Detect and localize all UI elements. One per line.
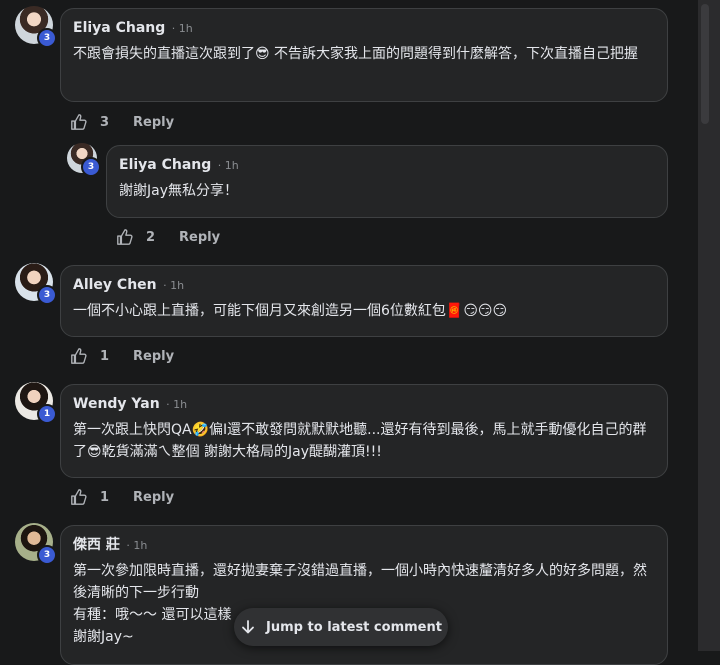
like-count: 3 xyxy=(100,114,110,130)
jump-to-latest-label: Jump to latest comment xyxy=(266,619,442,635)
avatar[interactable]: 1 xyxy=(15,382,57,424)
comment-author[interactable]: Alley Chen xyxy=(73,277,157,293)
comment-text: 謝謝Jay無私分享！ xyxy=(119,183,238,199)
reply-button[interactable]: Reply xyxy=(133,115,174,130)
comment-time[interactable]: · 1h xyxy=(166,398,187,411)
like-count: 1 xyxy=(100,348,110,364)
comment-author[interactable]: 傑西 莊 xyxy=(73,537,120,553)
comment-actions: 1 Reply xyxy=(70,487,174,507)
jump-to-latest-button[interactable]: Jump to latest comment xyxy=(234,608,448,646)
badge-icon: 3 xyxy=(81,157,101,177)
comment-actions: 3 Reply xyxy=(70,112,174,132)
comment-author[interactable]: Eliya Chang xyxy=(73,20,165,36)
arrow-down-icon xyxy=(242,620,254,634)
avatar[interactable]: 3 xyxy=(67,143,101,177)
avatar[interactable]: 3 xyxy=(15,523,57,565)
avatar[interactable]: 3 xyxy=(15,6,57,48)
thumbs-up-icon[interactable] xyxy=(70,488,88,506)
reply-button[interactable]: Reply xyxy=(133,490,174,505)
badge-icon: 3 xyxy=(37,285,57,305)
comment-author[interactable]: Eliya Chang xyxy=(119,157,211,173)
badge-icon: 3 xyxy=(37,545,57,565)
reply-button[interactable]: Reply xyxy=(133,349,174,364)
comment-actions: 2 Reply xyxy=(116,227,220,247)
comment-text: 不跟會損失的直播這次跟到了😎 不告訴大家我上面的問題得到什麼解答，下次直播自己把… xyxy=(73,46,639,62)
comment-time[interactable]: · 1h xyxy=(126,539,147,552)
comment-time[interactable]: · 1h xyxy=(163,279,184,292)
badge-icon: 3 xyxy=(37,28,57,48)
like-count: 1 xyxy=(100,489,110,505)
avatar[interactable]: 3 xyxy=(15,263,57,305)
comment-time[interactable]: · 1h xyxy=(172,22,193,35)
comment-bubble: Wendy Yan · 1h 第一次跟上快閃QA🤣偏I還不敢發問就默默地聽...… xyxy=(60,384,668,478)
reply-button[interactable]: Reply xyxy=(179,230,220,245)
comment-time[interactable]: · 1h xyxy=(218,159,239,172)
comment-text: 一個不小心跟上直播，可能下個月又來創造另一個6位數紅包🧧😏😏😏 xyxy=(73,303,508,319)
comment-bubble: Eliya Chang · 1h 謝謝Jay無私分享！ xyxy=(106,145,668,218)
comment-actions: 1 Reply xyxy=(70,346,174,366)
scrollbar-thumb[interactable] xyxy=(701,4,709,124)
comment-author[interactable]: Wendy Yan xyxy=(73,396,160,412)
comment-bubble: Alley Chen · 1h 一個不小心跟上直播，可能下個月又來創造另一個6位… xyxy=(60,265,668,337)
thumbs-up-icon[interactable] xyxy=(70,347,88,365)
comment-text: 第一次跟上快閃QA🤣偏I還不敢發問就默默地聽...還好有待到最後，馬上就手動優化… xyxy=(73,422,647,460)
thumbs-up-icon[interactable] xyxy=(70,113,88,131)
comment-bubble: Eliya Chang · 1h 不跟會損失的直播這次跟到了😎 不告訴大家我上面… xyxy=(60,8,668,102)
like-count: 2 xyxy=(146,229,156,245)
badge-icon: 1 xyxy=(37,404,57,424)
thumbs-up-icon[interactable] xyxy=(116,228,134,246)
